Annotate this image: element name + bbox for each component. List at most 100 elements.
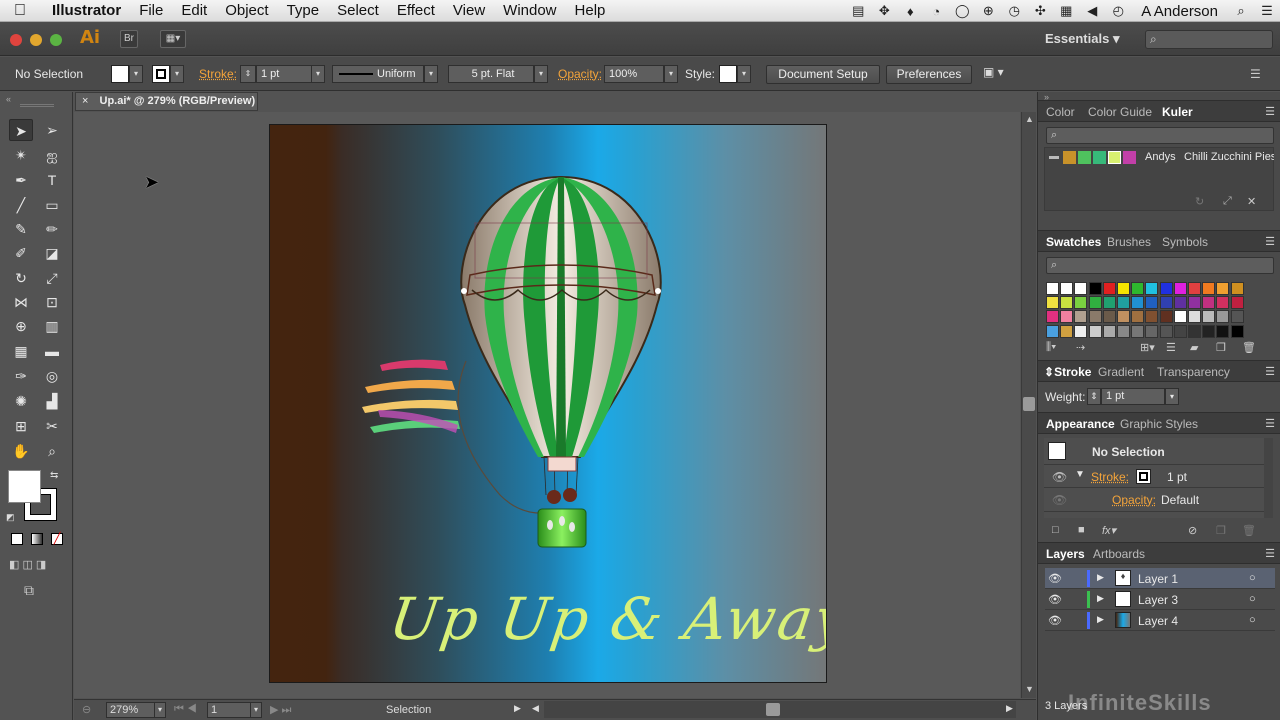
add-new-stroke-icon[interactable]: □	[1052, 524, 1059, 536]
current-tool-status[interactable]: Selection	[386, 704, 431, 716]
direct-selection-tool-icon[interactable]: ➢	[40, 119, 64, 141]
swatch[interactable]	[1117, 310, 1130, 323]
swatch[interactable]	[1216, 325, 1229, 338]
swatch[interactable]	[1060, 296, 1073, 309]
chat-icon[interactable]: ◯	[949, 3, 975, 19]
horizontal-scroll-thumb[interactable]	[766, 703, 780, 716]
menu-edit[interactable]: Edit	[172, 2, 216, 19]
swatch[interactable]	[1145, 325, 1158, 338]
swatch[interactable]	[1089, 325, 1102, 338]
swatch[interactable]	[1188, 296, 1201, 309]
vertical-scrollbar[interactable]: ▲ ▼	[1021, 112, 1036, 698]
default-fill-stroke-icon[interactable]: ◩	[6, 512, 15, 523]
swatch[interactable]	[1117, 282, 1130, 295]
tab-symbols[interactable]: Symbols	[1162, 235, 1208, 249]
brush-dropdown-icon[interactable]: ▾	[534, 65, 548, 83]
add-effect-icon[interactable]: fx▾	[1102, 524, 1116, 537]
expand-layer-icon[interactable]: ▶	[1097, 614, 1104, 625]
appearance-opacity-label[interactable]: Opacity:	[1112, 493, 1156, 507]
swatch[interactable]	[1174, 282, 1187, 295]
swatch[interactable]	[1188, 282, 1201, 295]
tab-graphic-styles[interactable]: Graphic Styles	[1120, 417, 1198, 431]
swatch[interactable]	[1231, 325, 1244, 338]
menu-help[interactable]: Help	[566, 2, 615, 19]
swatch[interactable]	[1117, 296, 1130, 309]
show-kinds-icon[interactable]: ⇢	[1076, 341, 1085, 354]
layer-target-icon[interactable]: ○	[1249, 593, 1256, 605]
screen-mode-icon[interactable]: ⧉	[24, 582, 34, 599]
rotate-tool-icon[interactable]: ↻	[9, 267, 33, 289]
appearance-stroke-swatch[interactable]	[1136, 469, 1151, 484]
tab-kuler[interactable]: Kuler	[1162, 105, 1193, 119]
spotlight-search-icon[interactable]: ⌕	[1228, 3, 1254, 19]
arrange-icon[interactable]: ▣ ▾	[983, 65, 1004, 79]
perspective-grid-tool-icon[interactable]: ▥	[40, 315, 64, 337]
scroll-right-icon[interactable]: ▶	[1006, 703, 1013, 714]
swatch[interactable]	[1074, 282, 1087, 295]
opacity-label[interactable]: Opacity:	[558, 67, 602, 81]
magic-wand-tool-icon[interactable]: ✴	[9, 144, 33, 166]
swatch[interactable]	[1074, 310, 1087, 323]
collapse-toolbar-icon[interactable]: «	[6, 94, 11, 104]
swatch[interactable]	[1202, 296, 1215, 309]
new-swatch-icon[interactable]: ❐	[1216, 341, 1226, 354]
expand-layer-icon[interactable]: ▶	[1097, 572, 1104, 583]
accessibility-icon[interactable]: ⊕	[975, 3, 1001, 19]
swatch[interactable]	[1131, 296, 1144, 309]
color-panel-menu-icon[interactable]: ☰	[1265, 105, 1275, 118]
swatch[interactable]	[1160, 310, 1173, 323]
slice-tool-icon[interactable]: ✂	[40, 415, 64, 437]
mesh-tool-icon[interactable]: ▦	[9, 340, 33, 362]
document-tab[interactable]: × Up.ai* @ 279% (RGB/Preview)	[75, 92, 258, 111]
menu-file[interactable]: File	[130, 2, 172, 19]
swatch[interactable]	[1145, 282, 1158, 295]
swatch[interactable]	[1089, 310, 1102, 323]
pencil-tool-icon[interactable]: ✏	[40, 218, 64, 240]
gradient-mode-icon[interactable]	[31, 533, 43, 545]
artboard-tool-icon[interactable]: ⊞	[9, 415, 33, 437]
layers-panel-menu-icon[interactable]: ☰	[1265, 547, 1275, 560]
zoom-tool-icon[interactable]: ⌕	[40, 440, 64, 462]
document-setup-button[interactable]: Document Setup	[766, 65, 880, 84]
swatch[interactable]	[1216, 282, 1229, 295]
swatch[interactable]	[1216, 310, 1229, 323]
visibility-eye-icon[interactable]: 👁	[1052, 470, 1067, 484]
workspace-switcher[interactable]: Essentials ▾	[1045, 31, 1119, 47]
control-panel-menu-icon[interactable]: ☰	[1250, 67, 1261, 81]
blend-tool-icon[interactable]: ◎	[40, 365, 64, 387]
tab-stroke[interactable]: ⇕Stroke	[1044, 365, 1091, 379]
swatch[interactable]	[1046, 296, 1059, 309]
profile-dropdown-icon[interactable]: ▾	[424, 65, 438, 83]
apple-menu-icon[interactable]: 	[0, 2, 40, 20]
first-artboard-icon[interactable]: ⏮ ◀	[174, 703, 197, 716]
fill-swatch[interactable]	[111, 65, 129, 83]
stroke-panel-menu-icon[interactable]: ☰	[1265, 365, 1275, 378]
swatch[interactable]	[1131, 325, 1144, 338]
notification-center-icon[interactable]: ☰	[1254, 3, 1280, 19]
swatch[interactable]	[1160, 296, 1173, 309]
swatch[interactable]	[1174, 310, 1187, 323]
horizontal-scrollbar[interactable]	[544, 701, 1016, 718]
blob-brush-tool-icon[interactable]: ✐	[9, 242, 33, 264]
layer-row[interactable]: 👁 ▶ ♦ Layer 1 ○	[1045, 568, 1275, 589]
pen-tool-icon[interactable]: ✒	[9, 169, 33, 191]
delete-swatch-icon[interactable]: 🗑	[1242, 341, 1256, 354]
swatch[interactable]	[1216, 296, 1229, 309]
menu-select[interactable]: Select	[328, 2, 388, 19]
swatch[interactable]	[1188, 310, 1201, 323]
free-transform-tool-icon[interactable]: ⊡	[40, 291, 64, 313]
time-machine-icon[interactable]: ◷	[1001, 3, 1027, 19]
style-dropdown-icon[interactable]: ▾	[737, 65, 751, 83]
shape-builder-tool-icon[interactable]: ⊕	[9, 315, 33, 337]
user-name[interactable]: A Anderson	[1131, 3, 1228, 20]
arrange-documents-icon[interactable]: ▦▾	[160, 30, 186, 48]
column-graph-tool-icon[interactable]: ▟	[40, 390, 64, 412]
appearance-scrollbar[interactable]	[1264, 438, 1273, 518]
hand-tool-icon[interactable]: ✋	[9, 440, 33, 462]
swatch[interactable]	[1103, 296, 1116, 309]
swatch[interactable]	[1174, 325, 1187, 338]
artboard-number-field[interactable]: 1	[207, 702, 251, 718]
tab-color-guide[interactable]: Color Guide	[1088, 105, 1152, 119]
swatch[interactable]	[1074, 296, 1087, 309]
kuler-disconnect-icon[interactable]: ⤢	[1223, 195, 1232, 208]
